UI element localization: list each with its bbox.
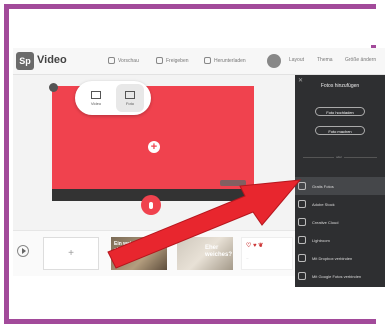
panel-item-dropbox[interactable]: Mit Dropbox verbinden	[295, 249, 385, 267]
play-icon	[22, 248, 26, 254]
close-icon[interactable]	[49, 83, 58, 92]
avatar[interactable]	[267, 54, 281, 68]
download-button[interactable]: Herunterladen	[204, 57, 246, 64]
layout-chip[interactable]	[220, 180, 246, 186]
panel-item-free-photos[interactable]: Gratis Fotos	[295, 177, 385, 195]
slide-thumbnail[interactable]: Ein weiches Linie als Haustier!	[111, 237, 167, 270]
add-content-button[interactable]: +	[148, 141, 160, 153]
top-blank-area	[9, 9, 377, 45]
thumbnail-caption: ♡ ♥ ❦	[246, 243, 264, 249]
search-icon	[298, 182, 306, 190]
thumbnail-caption: Ein weiches Linie als Haustier!	[114, 241, 156, 253]
download-icon	[204, 57, 211, 64]
editor-area: + Video Foto	[13, 75, 295, 230]
dropbox-icon	[298, 254, 306, 262]
thumbnail-caption: Eher weiches?	[205, 245, 233, 258]
slide-thumbnail[interactable]: ♡ ♥ ❦ ...	[241, 237, 293, 270]
slide-thumbnail[interactable]: Eher weiches?	[177, 237, 233, 270]
take-photo-button[interactable]: Foto machen	[315, 126, 365, 135]
eye-icon	[108, 57, 115, 64]
panel-item-lightroom[interactable]: Lightroom	[295, 231, 385, 249]
photo-option[interactable]: Foto	[116, 84, 144, 112]
panel-item-adobe-stock[interactable]: Adobe Stock	[295, 195, 385, 213]
google-photos-icon	[298, 272, 306, 280]
layout-button[interactable]: Layout	[289, 57, 304, 63]
microphone-icon	[149, 201, 153, 209]
stock-icon	[298, 200, 306, 208]
record-voice-button[interactable]	[141, 195, 161, 215]
preview-button[interactable]: Vorschau	[108, 57, 139, 64]
resize-button[interactable]: Größe ändern	[345, 57, 376, 63]
panel-item-creative-cloud[interactable]: Creative Cloud	[295, 213, 385, 231]
app-title: Video	[37, 54, 67, 66]
video-option[interactable]: Video	[82, 84, 110, 112]
share-button[interactable]: Freigeben	[156, 57, 189, 64]
media-type-popup: Video Foto	[75, 81, 151, 115]
share-icon	[156, 57, 163, 64]
thumbnail-subtext: ...	[246, 256, 249, 260]
bottom-blank-area	[9, 287, 377, 319]
image-icon	[125, 90, 135, 99]
panel-title: Fotos hinzufügen	[320, 83, 360, 89]
add-slide-button[interactable]: +	[43, 237, 99, 270]
panel-item-google-photos[interactable]: Mit Google Fotos verbinden	[295, 267, 385, 285]
film-icon	[91, 90, 101, 99]
app-header: Sp Video Vorschau Freigeben Herunterlade…	[13, 48, 385, 75]
or-label: oder	[334, 155, 345, 159]
add-photos-panel: ✕ Fotos hinzufügen Foto hochladen Foto m…	[295, 75, 385, 287]
filmstrip: + Ein weiches Linie als Haustier! Eher w…	[13, 230, 295, 276]
lightroom-icon	[298, 236, 306, 244]
cloud-icon	[298, 218, 306, 226]
theme-button[interactable]: Thema	[317, 57, 333, 63]
upload-photo-button[interactable]: Foto hochladen	[315, 107, 365, 116]
app-logo: Sp	[16, 52, 34, 70]
play-button[interactable]	[17, 245, 29, 257]
